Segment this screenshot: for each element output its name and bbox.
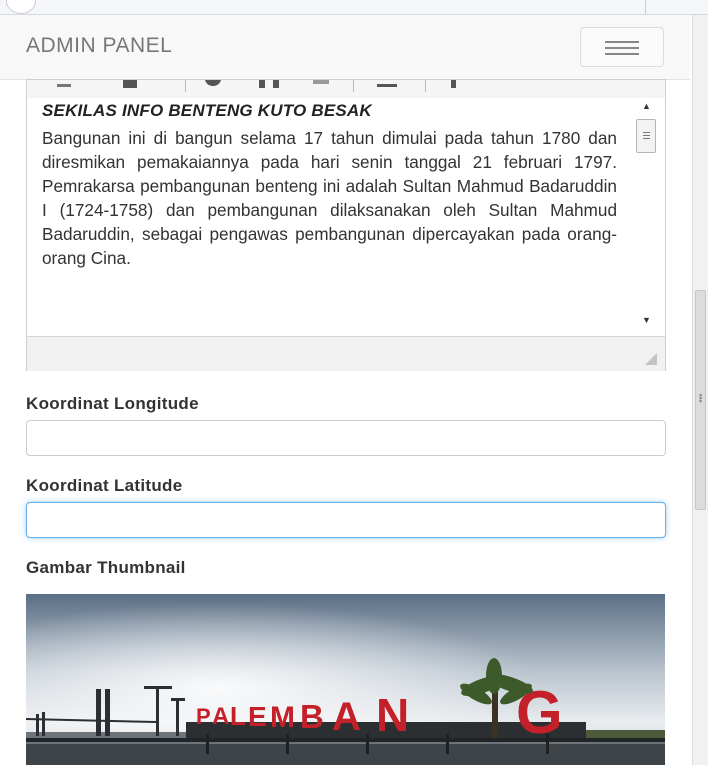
sign-letter-p: P [196, 704, 211, 729]
navbar-brand[interactable]: ADMIN PANEL [26, 34, 172, 58]
sign-letter-a2: A [332, 695, 361, 739]
browser-chrome [0, 0, 708, 15]
thumbnail-image[interactable]: P A L E M B A N G [26, 594, 665, 765]
thumbnail-label: Gambar Thumbnail [26, 558, 186, 577]
toolbar-button-icon[interactable] [205, 80, 221, 86]
longitude-label: Koordinat Longitude [26, 394, 199, 413]
rich-text-editor[interactable]: SEKILAS INFO BENTENG KUTO BESAK Bangunan… [26, 79, 666, 371]
sign-letter-a: A [212, 703, 229, 730]
toolbar-separator [353, 80, 354, 92]
scroll-down-arrow-icon[interactable]: ▼ [642, 315, 651, 325]
toolbar-button-icon[interactable] [313, 80, 329, 84]
editor-content-body: Bangunan ini di bangun selama 17 tahun d… [42, 128, 617, 268]
hamburger-menu-icon[interactable] [580, 27, 664, 67]
browser-tab-separator [645, 0, 646, 14]
palembang-photo: P A L E M B A N G [26, 594, 665, 765]
toolbar-separator [185, 80, 186, 92]
editor-content[interactable]: SEKILAS INFO BENTENG KUTO BESAK Bangunan… [27, 99, 631, 335]
sign-letter-n: N [376, 689, 409, 741]
browser-tab-edge [6, 0, 36, 14]
resize-grip-icon[interactable] [645, 353, 657, 365]
sign-letter-m: M [270, 701, 295, 734]
latitude-input[interactable] [26, 502, 666, 538]
sign-letter-e: E [248, 701, 267, 732]
toolbar-button-icon[interactable] [123, 80, 137, 88]
editor-toolbar [27, 80, 665, 98]
sign-letter-b: B [300, 698, 324, 735]
scroll-up-arrow-icon[interactable]: ▲ [642, 101, 651, 111]
toolbar-button-icon[interactable] [259, 80, 265, 88]
editor-scrollbar[interactable]: ▲ ▼ [632, 99, 664, 335]
editor-scrollbar-thumb[interactable] [636, 119, 656, 153]
toolbar-separator [425, 80, 426, 92]
longitude-input[interactable] [26, 420, 666, 456]
toolbar-button-icon[interactable] [273, 80, 279, 88]
page-scrollbar-thumb[interactable]: ▪ ▪ ▪ [695, 290, 706, 510]
page-scrollbar[interactable]: ▪ ▪ ▪ [692, 15, 708, 765]
toolbar-button-icon[interactable] [451, 80, 456, 88]
editor-content-title: SEKILAS INFO BENTENG KUTO BESAK [42, 101, 372, 120]
toolbar-button-icon[interactable] [57, 84, 71, 87]
sign-letter-l: L [230, 701, 246, 731]
navbar: ADMIN PANEL [0, 15, 690, 80]
latitude-label: Koordinat Latitude [26, 476, 183, 495]
toolbar-button-icon[interactable] [377, 84, 397, 87]
editor-statusbar [27, 336, 665, 371]
